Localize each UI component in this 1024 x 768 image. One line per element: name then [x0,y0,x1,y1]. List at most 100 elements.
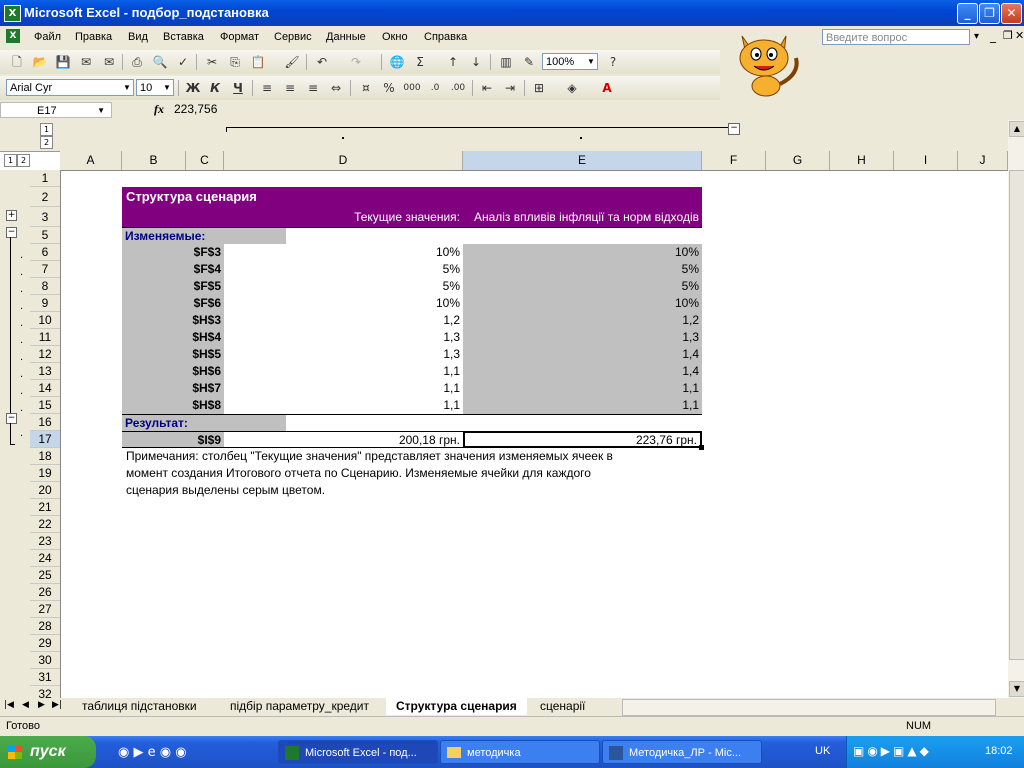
font-name-select[interactable]: Arial Cyr ▼ [6,79,134,96]
row-header[interactable]: 11 [30,329,60,346]
changing-scenario-value[interactable]: 5% [463,278,702,295]
changing-scenario-value[interactable]: 10% [463,295,702,312]
percent-icon[interactable]: % [380,79,398,97]
changing-current-value[interactable]: 1,3 [224,346,463,363]
row-header[interactable]: 30 [30,652,60,669]
row-header[interactable]: 25 [30,567,60,584]
changing-scenario-value[interactable]: 1,2 [463,312,702,329]
sort-ascending-icon[interactable]: ↑ [444,53,462,71]
increase-decimal-icon[interactable]: .0 [426,79,444,97]
task-folder[interactable]: методичка [440,740,600,764]
col-header-a[interactable]: A [60,151,122,170]
task-excel[interactable]: Microsoft Excel - под... [278,740,438,764]
cut-icon[interactable]: ✂ [203,53,221,71]
result-scenario-selected[interactable]: 223,76 грн. [463,431,702,448]
row-outline-level-2[interactable]: 2 [17,154,30,167]
outline-level-1[interactable]: 1 [40,123,53,136]
close-button[interactable]: ✕ [1001,3,1022,24]
align-center-icon[interactable]: ≡ [281,79,299,97]
changing-current-value[interactable]: 1,1 [224,380,463,397]
underline-button[interactable]: Ч [229,79,247,97]
excel-icon[interactable]: X [4,5,21,22]
row-header[interactable]: 29 [30,635,60,652]
quicklaunch-icons[interactable]: ◉ ▶ e ◉ ◉ [118,745,187,760]
col-header-d[interactable]: D [224,151,463,170]
collapse-row-icon[interactable]: − [6,413,17,424]
scroll-up-icon[interactable]: ▲ [1009,121,1024,137]
font-size-select[interactable]: 10 ▼ [136,79,174,96]
sort-descending-icon[interactable]: ↓ [467,53,485,71]
changing-current-value[interactable]: 1,1 [224,363,463,380]
name-box[interactable]: E17 ▼ [0,102,112,118]
align-left-icon[interactable]: ≡ [258,79,276,97]
changing-current-value[interactable]: 5% [224,278,463,295]
col-header-b[interactable]: B [122,151,186,170]
borders-icon[interactable]: ⊞ [530,79,548,97]
italic-button[interactable]: К [206,79,224,97]
row-header[interactable]: 18 [30,448,60,465]
row-header[interactable]: 31 [30,669,60,686]
row-header[interactable]: 1 [30,170,60,187]
help-icon[interactable]: ? [604,53,622,71]
changing-scenario-value[interactable]: 5% [463,261,702,278]
drawing-icon[interactable]: ✎ [520,53,538,71]
prev-sheet-icon[interactable]: ◀ [22,700,29,710]
menu-view[interactable]: Вид [128,31,148,43]
changing-current-value[interactable]: 5% [224,261,463,278]
menu-file[interactable]: Файл [34,31,61,43]
format-painter-icon[interactable]: 🖌 [283,53,301,71]
print-preview-icon[interactable]: 🔍 [151,53,169,71]
row-header[interactable]: 22 [30,516,60,533]
task-word[interactable]: Методичка_ЛР - Mic... [602,740,762,764]
row-header[interactable]: 8 [30,278,60,295]
autosum-icon[interactable]: Σ [411,53,429,71]
row-header[interactable]: 2 [30,187,60,207]
horizontal-scrollbar[interactable] [622,699,996,716]
changing-scenario-value[interactable]: 1,1 [463,380,702,397]
fill-color-icon[interactable]: ◈ [563,79,581,97]
col-header-i[interactable]: I [894,151,958,170]
undo-icon[interactable]: ↶ [313,53,331,71]
formula-content[interactable]: 223,756 [174,102,217,116]
menu-format[interactable]: Формат [220,31,259,43]
row-header[interactable]: 23 [30,533,60,550]
start-button[interactable]: пуск [0,736,96,768]
spelling-icon[interactable]: ✓ [174,53,192,71]
menu-help[interactable]: Справка [424,31,467,43]
col-header-e[interactable]: E [463,151,702,170]
redo-icon[interactable]: ↷ [347,53,365,71]
open-icon[interactable]: 📂 [31,53,49,71]
row-header[interactable]: 10 [30,312,60,329]
office-assistant-cat[interactable] [724,24,814,98]
row-header[interactable]: 28 [30,618,60,635]
doc-restore-icon[interactable]: ❐ [1003,29,1013,42]
changing-current-value[interactable]: 1,1 [224,397,463,414]
scroll-thumb[interactable] [1009,170,1024,660]
scroll-down-icon[interactable]: ▼ [1009,681,1024,697]
col-header-f[interactable]: F [702,151,766,170]
changing-scenario-value[interactable]: 1,1 [463,397,702,414]
first-sheet-icon[interactable]: |◀ [4,700,14,710]
result-current[interactable]: 200,18 грн. [224,431,463,448]
menu-insert[interactable]: Вставка [163,31,204,43]
row-header[interactable]: 13 [30,363,60,380]
row-header[interactable]: 20 [30,482,60,499]
last-sheet-icon[interactable]: ▶| [52,700,62,710]
decrease-decimal-icon[interactable]: .00 [449,79,467,97]
bold-button[interactable]: Ж [184,79,202,97]
row-header[interactable]: 5 [30,227,60,244]
fx-icon[interactable]: fx [154,102,164,117]
row-header[interactable]: 12 [30,346,60,363]
col-header-g[interactable]: G [766,151,830,170]
col-header-j[interactable]: J [958,151,1008,170]
changing-scenario-value[interactable]: 1,3 [463,329,702,346]
row-header[interactable]: 32 [30,686,60,698]
print-icon[interactable]: ⎙ [128,53,146,71]
restore-button[interactable]: ❐ [979,3,1000,24]
changing-current-value[interactable]: 10% [224,295,463,312]
outline-level-2[interactable]: 2 [40,136,53,149]
cell-grid[interactable]: Структура сценария Текущие значения: Ана… [60,170,1008,698]
expand-row-icon[interactable]: + [6,210,17,221]
increase-indent-icon[interactable]: ⇥ [501,79,519,97]
comma-style-icon[interactable]: 000 [403,79,421,97]
